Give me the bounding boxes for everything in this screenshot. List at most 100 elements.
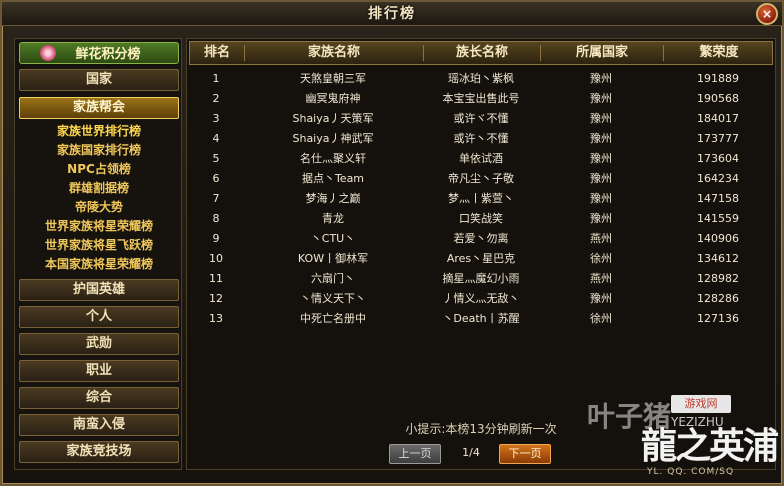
cell-country: 徐州 [590, 312, 612, 325]
table-row[interactable]: 11 六扇门丶 摘星灬魔幻小雨 燕州 128982 [189, 269, 773, 289]
cell-leader-name: 摘星灬魔幻小雨 [442, 272, 520, 285]
table-row[interactable]: 5 名仕灬聚义轩 单依试酒 豫州 173604 [189, 149, 773, 169]
cell-family-name: 据点丶Team [301, 172, 365, 185]
column-header-leader-name: 族长名称 [455, 45, 508, 60]
cell-leader-name: 帝凡尘丶子敬 [448, 172, 514, 185]
title-bar: 排行榜 × [2, 2, 782, 26]
cell-family-name: Shaiya丿神武军 [292, 132, 374, 145]
cell-leader-name: 丶Death丨苏醒 [442, 312, 520, 325]
cell-prosperity: 134612 [697, 252, 739, 265]
cell-prosperity: 128286 [697, 292, 739, 305]
cell-rank: 9 [212, 232, 220, 245]
table-row[interactable]: 6 据点丶Team 帝凡尘丶子敬 豫州 164234 [189, 169, 773, 189]
table-row[interactable]: 9 丶CTU丶 若爱丶勿离 燕州 140906 [189, 229, 773, 249]
sidebar-item-country[interactable]: 国家 [19, 69, 179, 91]
cell-rank: 12 [209, 292, 223, 305]
table-row[interactable]: 12 丶情义天下丶 丿情义灬无敌丶 豫州 128286 [189, 289, 773, 309]
cell-country: 豫州 [590, 212, 612, 225]
table-row[interactable]: 7 梦海丿之巅 梦灬丨紫萱丶 豫州 147158 [189, 189, 773, 209]
table-row[interactable]: 8 青龙 口笑战笑 豫州 141559 [189, 209, 773, 229]
cell-family-name: KOW丨御林军 [297, 252, 369, 265]
cell-family-name: 梦海丿之巅 [305, 192, 361, 205]
sidebar-item-personal[interactable]: 个人 [19, 306, 179, 328]
cell-prosperity: 141559 [697, 212, 739, 225]
cell-rank: 6 [212, 172, 220, 185]
cell-rank: 11 [209, 272, 223, 285]
cell-rank: 2 [212, 92, 220, 105]
sidebar-item-merit[interactable]: 武勋 [19, 333, 179, 355]
cell-country: 燕州 [590, 272, 612, 285]
cell-country: 豫州 [590, 92, 612, 105]
flower-ranking-label: 鲜花积分榜 [75, 47, 141, 62]
cell-family-name: 天煞皇朝三军 [300, 72, 366, 85]
sub-item-family-country-ranking[interactable]: 家族国家排行榜 [19, 141, 179, 160]
ranking-panel: 排名 家族名称 族长名称 所属国家 繁荣度 1 天煞皇朝三军 瑶冰珀丶紫枫 豫州 191… [186, 38, 776, 470]
table-row[interactable]: 3 Shaiya丿天策军 或许ヾ不懂 豫州 184017 [189, 109, 773, 129]
cell-family-name: 中死亡名册中 [300, 312, 366, 325]
sub-item-country-star-glory[interactable]: 本国家族将星荣耀榜 [19, 255, 179, 274]
cell-country: 豫州 [590, 192, 612, 205]
category-sidebar: 鲜花积分榜 国家 家族帮会 家族世界排行榜 家族国家排行榜 NPC占领榜 群雄割… [14, 38, 182, 470]
cell-prosperity: 128982 [697, 272, 739, 285]
cell-leader-name: 梦灬丨紫萱丶 [448, 192, 514, 205]
cell-rank: 4 [212, 132, 220, 145]
cell-rank: 3 [212, 112, 220, 125]
cell-leader-name: 若爱丶勿离 [453, 232, 509, 245]
sidebar-item-job[interactable]: 职业 [19, 360, 179, 382]
column-header-country: 所属国家 [575, 45, 628, 60]
table-row[interactable]: 10 KOW丨御林军 Ares丶星巴克 徐州 134612 [189, 249, 773, 269]
next-page-button[interactable]: 下一页 [499, 444, 551, 464]
cell-leader-name: 丿情义灬无敌丶 [442, 292, 520, 305]
table-row[interactable]: 4 Shaiya丿神武军 或许丶不懂 豫州 173777 [189, 129, 773, 149]
cell-prosperity: 127136 [697, 312, 739, 325]
prev-page-button[interactable]: 上一页 [389, 444, 441, 464]
refresh-hint: 小提示:本榜13分钟刷新一次 [405, 422, 557, 436]
cell-family-name: 青龙 [322, 212, 344, 225]
cell-family-name: Shaiya丿天策军 [292, 112, 374, 125]
cell-country: 豫州 [590, 132, 612, 145]
cell-family-name: 丶情义天下丶 [300, 292, 366, 305]
table-row[interactable]: 13 中死亡名册中 丶Death丨苏醒 徐州 127136 [189, 309, 773, 329]
cell-leader-name: 或许ヾ不懂 [453, 112, 509, 125]
sidebar-item-guard-hero[interactable]: 护国英雄 [19, 279, 179, 301]
close-icon[interactable]: × [756, 3, 778, 25]
cell-prosperity: 164234 [697, 172, 739, 185]
cell-country: 豫州 [590, 72, 612, 85]
cell-prosperity: 147158 [697, 192, 739, 205]
cell-prosperity: 173604 [697, 152, 739, 165]
flower-ranking-tab[interactable]: 鲜花积分榜 [19, 42, 179, 64]
cell-family-name: 幽冥鬼府神 [305, 92, 361, 105]
sidebar-item-arena[interactable]: 家族竞技场 [19, 441, 179, 463]
cell-rank: 10 [209, 252, 223, 265]
sub-item-world-star-leap[interactable]: 世界家族将星飞跃榜 [19, 236, 179, 255]
cell-leader-name: 单依试酒 [459, 152, 503, 165]
cell-rank: 13 [209, 312, 223, 325]
sub-item-warlords[interactable]: 群雄割据榜 [19, 179, 179, 198]
column-header-rank: 排名 [203, 45, 230, 60]
cell-country: 豫州 [590, 152, 612, 165]
sidebar-item-family[interactable]: 家族帮会 [19, 97, 179, 119]
cell-prosperity: 184017 [697, 112, 739, 125]
cell-country: 豫州 [590, 172, 612, 185]
cell-family-name: 六扇门丶 [311, 272, 355, 285]
sub-item-world-star-glory[interactable]: 世界家族将星荣耀榜 [19, 217, 179, 236]
cell-rank: 1 [212, 72, 220, 85]
table-row[interactable]: 2 幽冥鬼府神 本宝宝出售此号 豫州 190568 [189, 89, 773, 109]
column-header-prosperity: 繁荣度 [699, 45, 739, 60]
sub-item-imperial-tomb[interactable]: 帝陵大势 [19, 198, 179, 217]
cell-country: 燕州 [590, 232, 612, 245]
cell-rank: 5 [212, 152, 220, 165]
sub-item-family-world-ranking[interactable]: 家族世界排行榜 [19, 122, 179, 141]
cell-country: 豫州 [590, 112, 612, 125]
ranking-window: 排行榜 × 鲜花积分榜 国家 家族帮会 家族世界排行榜 家族国家排行榜 NPC占… [0, 0, 784, 486]
sidebar-item-invasion[interactable]: 南蛮入侵 [19, 414, 179, 436]
sidebar-item-overall[interactable]: 综合 [19, 387, 179, 409]
cell-leader-name: 口笑战笑 [459, 212, 503, 225]
cell-country: 徐州 [590, 252, 612, 265]
cell-rank: 7 [212, 192, 220, 205]
cell-family-name: 丶CTU丶 [310, 232, 356, 245]
sub-item-npc-occupation[interactable]: NPC占领榜 [19, 160, 179, 179]
cell-prosperity: 190568 [697, 92, 739, 105]
window-title: 排行榜 [368, 6, 416, 22]
table-row[interactable]: 1 天煞皇朝三军 瑶冰珀丶紫枫 豫州 191889 [189, 69, 773, 89]
